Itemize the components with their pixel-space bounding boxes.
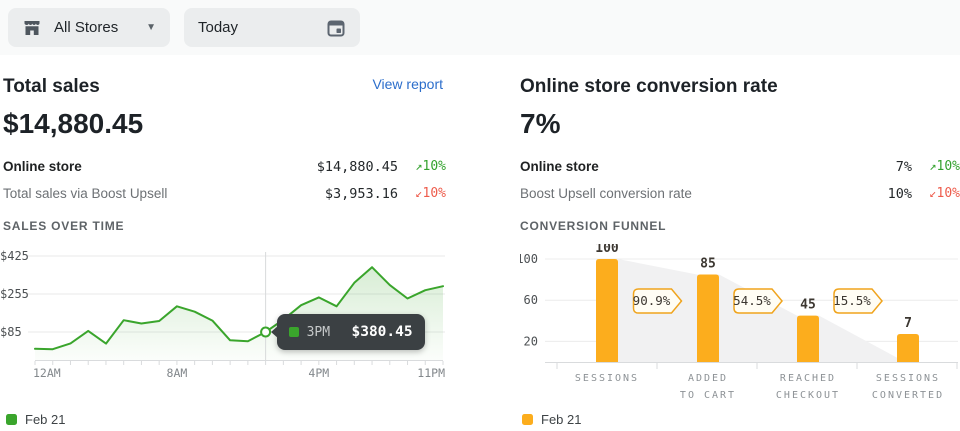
metric-label: Online store <box>520 159 599 174</box>
store-selector-label: All Stores <box>54 19 118 36</box>
metric-delta: ↗10% <box>912 159 960 174</box>
chart-tooltip: 3PM $380.45 <box>277 314 425 350</box>
svg-text:SESSIONS: SESSIONS <box>575 373 639 384</box>
svg-text:$85: $85 <box>0 325 22 339</box>
total-sales-header: Total sales View report <box>3 76 443 98</box>
metric-value: $3,953.16 <box>278 186 398 202</box>
svg-text:100: 100 <box>595 244 619 256</box>
svg-text:CONVERTED: CONVERTED <box>872 390 944 401</box>
chevron-down-icon: ▼ <box>146 22 156 33</box>
trend-up-icon: ↗ <box>929 159 936 173</box>
tooltip-series-swatch <box>289 327 299 337</box>
metric-value: 10% <box>792 186 912 202</box>
metric-delta: ↗10% <box>398 159 446 174</box>
metric-delta: ↙10% <box>398 186 446 201</box>
svg-text:85: 85 <box>700 256 716 271</box>
calendar-icon <box>326 18 346 38</box>
date-selector-label: Today <box>198 19 238 36</box>
sales-legend: Feb 21 <box>6 412 65 427</box>
svg-text:15.5%: 15.5% <box>833 293 871 308</box>
svg-text:8AM: 8AM <box>167 366 188 379</box>
metric-row-online-store-sales: Online store $14,880.45 ↗10% <box>3 153 446 180</box>
metric-label: Online store <box>3 159 82 174</box>
trend-up-icon: ↗ <box>415 159 422 173</box>
sales-line-chart[interactable]: $425 $255 $85 12AM 8AM 4PM 11PM 3PM $380.45 <box>0 244 445 379</box>
tooltip-value: $380.45 <box>351 324 412 340</box>
svg-text:60: 60 <box>524 293 538 307</box>
metric-row-boost-upsell-rate: Boost Upsell conversion rate 10% ↙10% <box>520 180 960 207</box>
svg-text:45: 45 <box>800 298 816 313</box>
metric-label: Boost Upsell conversion rate <box>520 186 692 201</box>
analytics-dashboard: All Stores ▼ Today Total sales View repo… <box>0 0 960 431</box>
funnel-legend: Feb 21 <box>522 412 581 427</box>
svg-text:$425: $425 <box>0 249 29 263</box>
conversion-rate-metrics: Online store 7% ↗10% Boost Upsell conver… <box>520 153 960 207</box>
store-selector-button[interactable]: All Stores ▼ <box>8 8 170 47</box>
svg-text:CHECKOUT: CHECKOUT <box>776 390 840 401</box>
svg-text:ADDED: ADDED <box>688 373 728 384</box>
metric-row-boost-upsell-sales: Total sales via Boost Upsell $3,953.16 ↙… <box>3 180 446 207</box>
metric-row-online-store-rate: Online store 7% ↗10% <box>520 153 960 180</box>
tooltip-time: 3PM <box>307 325 330 340</box>
conversion-funnel-svg: 100 60 20 100 85 45 7 90.9% 54.5% 15.5% SESSIONS AD… <box>520 244 960 409</box>
trend-down-icon: ↙ <box>929 186 936 200</box>
total-sales-value: $14,880.45 <box>3 108 143 140</box>
view-report-link[interactable]: View report <box>372 76 443 92</box>
svg-text:12AM: 12AM <box>33 366 61 379</box>
legend-swatch-orange <box>522 414 533 425</box>
total-sales-title: Total sales <box>3 76 100 98</box>
svg-text:$255: $255 <box>0 287 29 301</box>
svg-text:SESSIONS: SESSIONS <box>876 373 940 384</box>
legend-label: Feb 21 <box>25 412 65 427</box>
date-selector-button[interactable]: Today <box>184 8 360 47</box>
svg-text:100: 100 <box>520 252 538 266</box>
svg-text:90.9%: 90.9% <box>633 293 671 308</box>
svg-text:54.5%: 54.5% <box>733 293 771 308</box>
metric-delta: ↙10% <box>912 186 960 201</box>
conversion-funnel-chart[interactable]: 100 60 20 100 85 45 7 90.9% 54.5% 15.5% SESSIONS AD… <box>520 244 960 409</box>
metric-value: $14,880.45 <box>278 159 398 175</box>
sales-over-time-title: SALES OVER TIME <box>3 219 124 233</box>
total-sales-metrics: Online store $14,880.45 ↗10% Total sales… <box>3 153 446 207</box>
conversion-rate-title: Online store conversion rate <box>520 76 778 98</box>
conversion-funnel-title: CONVERSION FUNNEL <box>520 219 666 233</box>
sales-line-chart-svg: $425 $255 $85 12AM 8AM 4PM 11PM <box>0 244 445 379</box>
trend-down-icon: ↙ <box>415 186 422 200</box>
legend-swatch-green <box>6 414 17 425</box>
conversion-rate-value: 7% <box>520 108 560 140</box>
svg-text:4PM: 4PM <box>308 366 329 379</box>
metric-value: 7% <box>792 159 912 175</box>
svg-text:TO CART: TO CART <box>680 390 736 401</box>
svg-text:REACHED: REACHED <box>780 373 836 384</box>
legend-label: Feb 21 <box>541 412 581 427</box>
metric-label: Total sales via Boost Upsell <box>3 186 167 201</box>
conversion-rate-header: Online store conversion rate <box>520 76 960 98</box>
svg-text:20: 20 <box>524 334 538 348</box>
filter-bar: All Stores ▼ Today <box>0 0 960 55</box>
svg-text:11PM: 11PM <box>417 366 445 379</box>
store-icon <box>22 18 42 38</box>
svg-text:7: 7 <box>904 316 912 331</box>
